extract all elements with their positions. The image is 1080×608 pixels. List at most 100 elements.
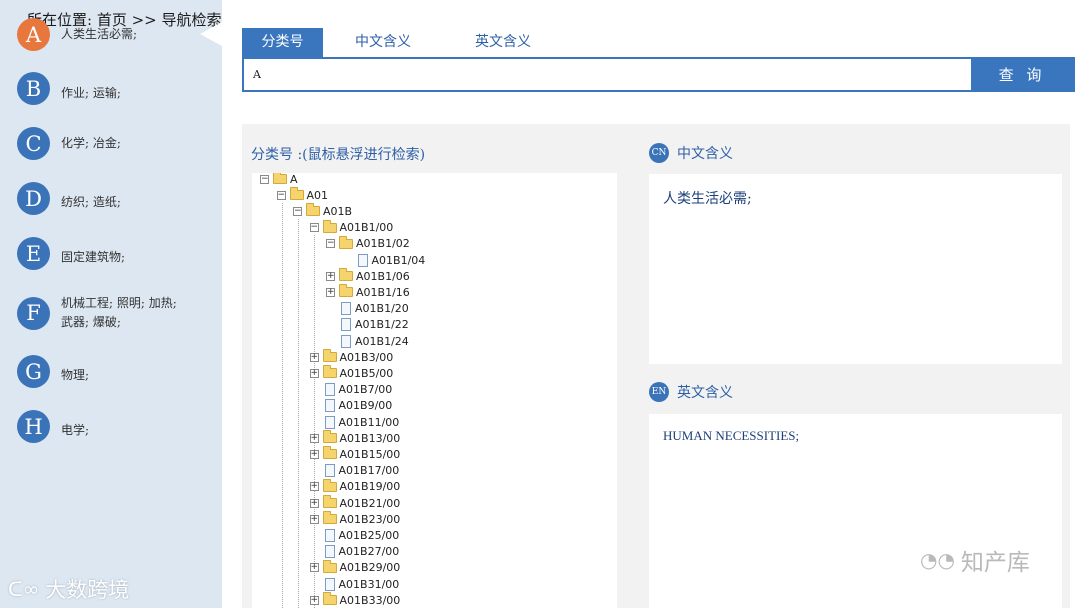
- category-badge-d: D: [17, 182, 50, 215]
- sidebar-item-label: 纺织; 造纸;: [61, 195, 121, 209]
- document-icon: [324, 464, 335, 478]
- tree-node[interactable]: + A01B3/00: [309, 349, 393, 365]
- english-meaning-text: HUMAN NECESSITIES;: [663, 428, 800, 443]
- folder-icon: [322, 365, 337, 379]
- category-badge-e: E: [17, 237, 50, 270]
- expand-icon[interactable]: +: [309, 433, 319, 443]
- sidebar-item-b[interactable]: B 作业; 运输;: [17, 72, 191, 105]
- folder-icon: [322, 349, 337, 363]
- tree-node-label: A01: [306, 188, 329, 202]
- tree-node-label: A01B11/00: [338, 415, 400, 429]
- tree-node[interactable]: − A: [260, 173, 298, 187]
- sidebar-item-h[interactable]: H 电学;: [17, 410, 191, 443]
- tree-node[interactable]: − A01B1/02: [326, 235, 410, 252]
- tree-node[interactable]: A01B11/00: [310, 414, 400, 430]
- sidebar-item-d[interactable]: D 纺织; 造纸;: [17, 182, 191, 215]
- english-meaning-title: 英文含义: [677, 385, 733, 401]
- expand-icon[interactable]: +: [309, 352, 319, 362]
- query-button[interactable]: 查 询: [971, 59, 1073, 90]
- tree-node[interactable]: + A01B29/00: [309, 559, 400, 576]
- tree-guide-line: [282, 203, 283, 608]
- tree-node[interactable]: + A01B15/00: [309, 446, 401, 462]
- tab-english-meaning[interactable]: 英文含义: [443, 28, 563, 57]
- folder-icon: [322, 559, 337, 573]
- content-panel: 分类号 :(鼠标悬浮进行检索) − A − A01− A01B − A01B1/00− A01…: [242, 124, 1070, 608]
- search-bar: 查 询: [242, 57, 1075, 92]
- tree-node[interactable]: + A01B23/00: [309, 511, 401, 527]
- search-input[interactable]: [244, 59, 971, 90]
- tree-node[interactable]: + A01B13/00: [309, 430, 400, 446]
- expand-icon[interactable]: +: [309, 514, 319, 524]
- tree-node[interactable]: A01B7/00: [310, 382, 392, 398]
- tab-chinese-meaning[interactable]: 中文含义: [323, 28, 443, 57]
- tree-node[interactable]: + A01B1/16: [326, 284, 410, 300]
- tree-node-label: A01B33/00: [339, 593, 401, 607]
- expand-icon[interactable]: +: [309, 482, 319, 492]
- sidebar-item-e[interactable]: E 固定建筑物;: [17, 237, 191, 270]
- tree-node[interactable]: A01B31/00: [310, 576, 399, 592]
- tree-node[interactable]: + A01B5/00: [309, 365, 394, 381]
- tree-node[interactable]: A01B1/24: [326, 333, 409, 349]
- tree-node[interactable]: + A01B1/06: [326, 268, 410, 284]
- tree-node[interactable]: − A01B1/00: [309, 219, 393, 236]
- collapse-icon[interactable]: −: [326, 239, 335, 249]
- sidebar-item-a[interactable]: A 人类生活必需;: [17, 18, 191, 51]
- search-tabs: 分类号 中文含义 英文含义: [242, 28, 563, 57]
- folder-icon: [339, 268, 353, 282]
- collapse-icon[interactable]: −: [276, 190, 286, 200]
- sidebar-item-g[interactable]: G 物理;: [17, 355, 191, 388]
- tab-classification[interactable]: 分类号: [242, 28, 323, 57]
- document-icon: [341, 318, 351, 332]
- tree-node-label: A01B27/00: [338, 545, 400, 559]
- folder-icon: [306, 203, 320, 217]
- tree-node[interactable]: − A01B: [293, 203, 352, 219]
- collapse-icon[interactable]: −: [260, 174, 269, 184]
- expand-icon[interactable]: +: [326, 271, 335, 281]
- collapse-icon[interactable]: −: [309, 223, 319, 233]
- folder-icon: [322, 592, 337, 606]
- tree-node[interactable]: + A01B19/00: [309, 478, 401, 495]
- tree-node-label: A01B1/20: [355, 302, 409, 316]
- en-badge-icon: EN: [649, 382, 669, 402]
- folder-icon: [322, 495, 337, 508]
- tree-node-label: A01B5/00: [339, 366, 394, 380]
- document-icon: [324, 577, 335, 591]
- expand-icon[interactable]: +: [309, 368, 319, 378]
- tree-node[interactable]: + A01B33/00: [309, 592, 401, 608]
- active-indicator: [200, 22, 222, 46]
- tree-node-label: A01B25/00: [338, 528, 400, 542]
- category-badge-c: C: [17, 127, 50, 160]
- tree-node[interactable]: A01B25/00: [310, 527, 400, 543]
- tree-node[interactable]: + A01B21/00: [309, 495, 400, 511]
- sidebar-item-c[interactable]: C 化学; 冶金;: [17, 127, 191, 160]
- expand-icon[interactable]: +: [309, 449, 319, 459]
- collapse-icon[interactable]: −: [293, 206, 302, 216]
- tree-node[interactable]: A01B1/04: [343, 252, 426, 268]
- expand-icon[interactable]: +: [309, 498, 319, 508]
- sidebar-item-f[interactable]: F 机械工程; 照明; 加热; 武器; 爆破;: [17, 294, 191, 332]
- document-icon: [324, 415, 335, 429]
- tree-node[interactable]: A01B1/20: [326, 301, 409, 317]
- tree-node-label: A01B: [323, 204, 353, 218]
- sidebar-item-label: 人类生活必需;: [61, 27, 138, 41]
- expand-icon[interactable]: +: [326, 287, 335, 297]
- tree-node[interactable]: A01B17/00: [310, 463, 399, 479]
- tree-node[interactable]: − A01: [276, 187, 329, 203]
- expand-icon[interactable]: +: [309, 595, 319, 605]
- expand-icon[interactable]: +: [309, 563, 319, 573]
- tree-node-label: A: [290, 173, 298, 186]
- tree-title: 分类号 :(鼠标悬浮进行检索): [251, 147, 426, 163]
- tree-node[interactable]: A01B1/22: [326, 317, 409, 333]
- tree-node-label: A01B23/00: [339, 512, 401, 526]
- category-badge-a: A: [17, 18, 50, 51]
- tree-guide-line: [298, 219, 299, 608]
- tree-node-label: A01B15/00: [339, 447, 401, 461]
- category-badge-g: G: [17, 355, 50, 388]
- tree-node-label: A01B1/04: [371, 253, 426, 267]
- tree-node-label: A01B1/06: [356, 269, 410, 283]
- watermark-right: ◔◔ 知产库: [920, 543, 1030, 577]
- tree-node-label: A01B19/00: [339, 480, 401, 494]
- classification-tree: − A − A01− A01B − A01B1/00− A01B1/02 A01B1/04 + A0…: [252, 173, 617, 608]
- tree-node[interactable]: A01B27/00: [310, 544, 400, 560]
- tree-node[interactable]: A01B9/00: [310, 398, 392, 414]
